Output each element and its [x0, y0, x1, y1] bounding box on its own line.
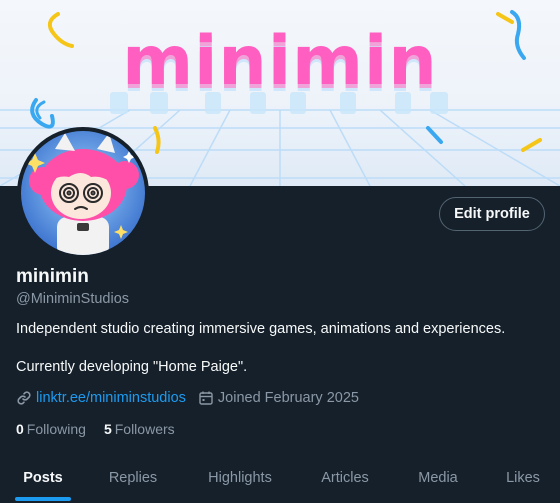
tab-replies-label: Replies	[108, 469, 158, 486]
avatar-character-image	[21, 131, 145, 255]
followers-link[interactable]: 5 Followers	[104, 421, 175, 437]
tab-likes-label: Likes	[506, 469, 540, 486]
tab-likes[interactable]: Likes	[486, 452, 560, 503]
avatar[interactable]	[17, 127, 149, 259]
following-label: Following	[26, 421, 86, 437]
profile-website-link[interactable]: linktr.ee/miniminstudios	[36, 390, 186, 406]
tab-posts[interactable]: Posts	[0, 452, 86, 503]
tab-replies[interactable]: Replies	[86, 452, 180, 503]
profile-handle: @MiniminStudios	[16, 291, 130, 307]
tab-posts-label: Posts	[23, 469, 63, 486]
profile-tabs: Posts Replies Highlights Articles Media …	[0, 452, 560, 503]
banner-logo-text: minimin	[122, 22, 438, 101]
calendar-icon	[198, 390, 214, 406]
active-tab-indicator	[15, 497, 71, 501]
tab-media-label: Media	[418, 469, 458, 486]
link-icon	[16, 390, 32, 406]
followers-count: 5	[103, 421, 112, 437]
following-link[interactable]: 0 Following	[16, 421, 86, 437]
tab-articles[interactable]: Articles	[300, 452, 390, 503]
joined-date: Joined February 2025	[217, 390, 359, 406]
display-name: minimin	[16, 266, 89, 287]
following-count: 0	[16, 421, 24, 437]
tab-highlights-label: Highlights	[208, 469, 272, 486]
tab-highlights[interactable]: Highlights	[180, 452, 300, 503]
profile-bio: Independent studio creating immersive ga…	[16, 321, 506, 337]
tab-articles-label: Articles	[321, 469, 369, 486]
follow-stats: 0 Following 5 Followers	[16, 421, 193, 437]
tab-media[interactable]: Media	[390, 452, 486, 503]
profile-bio-line2: Currently developing "Home Paige".	[16, 359, 248, 375]
followers-label: Followers	[114, 421, 175, 437]
edit-profile-button[interactable]: Edit profile	[439, 197, 545, 231]
profile-meta: linktr.ee/miniminstudios Joined February…	[16, 390, 359, 406]
